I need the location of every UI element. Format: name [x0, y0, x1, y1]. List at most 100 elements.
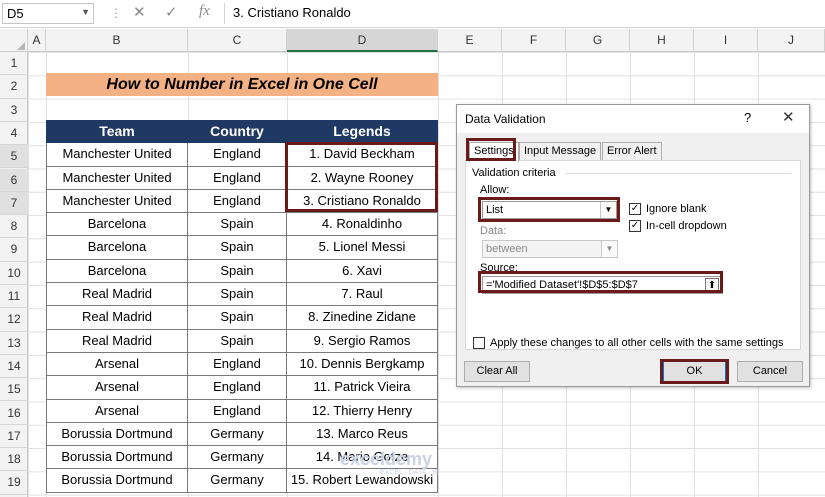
- column-header[interactable]: A: [28, 29, 46, 52]
- cancel-button[interactable]: Cancel: [737, 361, 803, 382]
- cell-country[interactable]: England: [188, 399, 287, 423]
- cell-legend[interactable]: 13. Marco Reus: [287, 422, 438, 447]
- column-header-selected[interactable]: D: [287, 29, 438, 52]
- data-value: between: [486, 243, 528, 255]
- close-icon[interactable]: ✕: [782, 108, 795, 126]
- cell-legend[interactable]: 5. Lionel Messi: [287, 236, 438, 260]
- sheet-title[interactable]: How to Number in Excel in One Cell: [46, 73, 438, 96]
- row-headers: 1 2 3 4 5 6 7 8 9 10 11 12 13 14 15 16 17 18 19: [0, 52, 28, 497]
- cell-country[interactable]: England: [188, 189, 287, 214]
- insert-function-icon[interactable]: fx: [199, 3, 210, 20]
- row-header[interactable]: 15: [0, 378, 28, 402]
- tab-input-message[interactable]: Input Message: [519, 142, 602, 161]
- cell-country[interactable]: Germany: [188, 469, 287, 493]
- help-icon[interactable]: ?: [744, 110, 751, 125]
- checkmark-icon: ✓: [630, 203, 640, 214]
- row-header[interactable]: 18: [0, 448, 28, 472]
- cell-country[interactable]: England: [188, 166, 287, 190]
- cell-team[interactable]: Real Madrid: [46, 306, 188, 330]
- header-cell-team[interactable]: Team: [46, 120, 188, 144]
- row-header[interactable]: 11: [0, 285, 28, 309]
- chevron-down-icon[interactable]: ▼: [81, 7, 90, 17]
- cell-team[interactable]: Real Madrid: [46, 283, 188, 307]
- cell-team[interactable]: Barcelona: [46, 213, 188, 237]
- cell-team[interactable]: Manchester United: [46, 166, 188, 190]
- column-header[interactable]: G: [566, 29, 630, 52]
- cell-team[interactable]: Manchester United: [46, 143, 188, 167]
- cell-legend[interactable]: 4. Ronaldinho: [287, 213, 438, 237]
- cell-country[interactable]: Spain: [188, 236, 287, 260]
- name-box[interactable]: D5 ▼: [2, 3, 94, 24]
- header-cell-legends[interactable]: Legends: [287, 120, 438, 144]
- cell-legend[interactable]: 11. Patrick Vieira: [287, 376, 438, 400]
- cell-team[interactable]: Borussia Dortmund: [46, 446, 188, 470]
- column-header[interactable]: J: [758, 29, 825, 52]
- column-header[interactable]: E: [438, 29, 502, 52]
- dialog-title-bar[interactable]: Data Validation ? ✕: [457, 105, 809, 133]
- cell-legend[interactable]: 6. Xavi: [287, 259, 438, 284]
- cell-team[interactable]: Arsenal: [46, 399, 188, 423]
- row-header[interactable]: 6: [0, 168, 28, 192]
- row-header[interactable]: 4: [0, 122, 28, 146]
- column-headers: A B C D E F G H I J: [0, 29, 825, 52]
- row-header[interactable]: 3: [0, 99, 28, 122]
- header-cell-country[interactable]: Country: [188, 120, 287, 144]
- row-header[interactable]: 5: [0, 145, 28, 169]
- cell-legend[interactable]: 8. Zinedine Zidane: [287, 306, 438, 330]
- cell-team[interactable]: Real Madrid: [46, 329, 188, 353]
- cell-country[interactable]: Germany: [188, 446, 287, 470]
- cell-team[interactable]: Borussia Dortmund: [46, 422, 188, 447]
- row-header[interactable]: 14: [0, 355, 28, 379]
- row-header[interactable]: 10: [0, 262, 28, 285]
- column-header[interactable]: I: [694, 29, 758, 52]
- column-header[interactable]: C: [188, 29, 287, 52]
- table-row: Arsenal England 11. Patrick Vieira: [46, 376, 438, 400]
- row-header[interactable]: 13: [0, 332, 28, 355]
- column-header[interactable]: F: [502, 29, 566, 52]
- cell-country[interactable]: Germany: [188, 422, 287, 447]
- cancel-icon[interactable]: ✕: [133, 3, 146, 21]
- criteria-label: Validation criteria: [472, 167, 556, 179]
- cell-country[interactable]: Spain: [188, 283, 287, 307]
- row-header[interactable]: 9: [0, 238, 28, 262]
- cell-team[interactable]: Manchester United: [46, 189, 188, 214]
- cell-country[interactable]: Spain: [188, 329, 287, 353]
- row-header[interactable]: 17: [0, 425, 28, 449]
- row-header[interactable]: 12: [0, 308, 28, 332]
- cell-country[interactable]: Spain: [188, 306, 287, 330]
- drag-handle-icon[interactable]: ⋮: [110, 6, 122, 20]
- cell-team[interactable]: Barcelona: [46, 236, 188, 260]
- cell-team[interactable]: Barcelona: [46, 259, 188, 284]
- row-header[interactable]: 7: [0, 191, 28, 216]
- cell-team[interactable]: Borussia Dortmund: [46, 469, 188, 493]
- cell-legend[interactable]: 10. Dennis Bergkamp: [287, 352, 438, 377]
- formula-input[interactable]: 3. Cristiano Ronaldo: [224, 3, 824, 24]
- cell-legend[interactable]: 12. Thierry Henry: [287, 399, 438, 423]
- row-header[interactable]: 16: [0, 402, 28, 425]
- clear-all-button[interactable]: Clear All: [464, 361, 530, 382]
- cell-team[interactable]: Arsenal: [46, 352, 188, 377]
- cell-country[interactable]: England: [188, 376, 287, 400]
- row-header[interactable]: 8: [0, 215, 28, 239]
- in-cell-dropdown-checkbox[interactable]: ✓: [629, 220, 641, 232]
- dialog-title: Data Validation: [465, 112, 546, 126]
- cell-legend[interactable]: 9. Sergio Ramos: [287, 329, 438, 353]
- cell-country[interactable]: Spain: [188, 259, 287, 284]
- table-row: Arsenal England 12. Thierry Henry: [46, 399, 438, 423]
- row-header[interactable]: 1: [0, 52, 28, 76]
- column-header[interactable]: H: [630, 29, 694, 52]
- data-select: between ▼: [482, 240, 618, 258]
- ignore-blank-checkbox[interactable]: ✓: [629, 203, 641, 215]
- column-header[interactable]: B: [46, 29, 188, 52]
- row-header[interactable]: 19: [0, 471, 28, 495]
- row-header[interactable]: 2: [0, 75, 28, 99]
- enter-icon[interactable]: ✓: [165, 3, 178, 21]
- apply-all-checkbox[interactable]: [473, 337, 485, 349]
- cell-country[interactable]: England: [188, 143, 287, 167]
- tab-error-alert[interactable]: Error Alert: [602, 142, 662, 161]
- cell-legend[interactable]: 7. Raul: [287, 283, 438, 307]
- cell-country[interactable]: England: [188, 352, 287, 377]
- cell-team[interactable]: Arsenal: [46, 376, 188, 400]
- select-all-corner[interactable]: [0, 29, 28, 52]
- cell-country[interactable]: Spain: [188, 213, 287, 237]
